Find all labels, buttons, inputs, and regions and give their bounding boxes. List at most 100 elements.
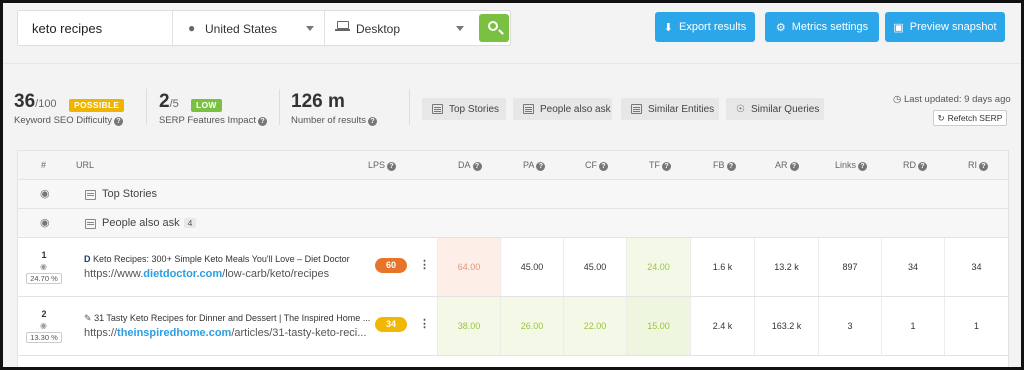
help-icon: ? [472, 162, 482, 171]
ctr-percent: 13.30 % [26, 332, 62, 343]
help-icon: ? [789, 162, 799, 171]
group-row-top-stories[interactable]: ◉ Top Stories [18, 180, 1008, 209]
cell-rd: 34 [881, 238, 944, 296]
search-button[interactable] [479, 14, 509, 42]
col-tf[interactable]: TF? [649, 160, 671, 171]
chevron-down-icon[interactable] [456, 26, 464, 31]
divider [172, 11, 173, 47]
count-badge: 4 [183, 218, 197, 228]
laptop-icon [335, 21, 350, 31]
impact-badge: LOW [191, 99, 222, 112]
export-results-button[interactable]: ⬇ Export results [655, 12, 755, 42]
cell-ar: 163.2 k [754, 297, 818, 355]
favicon-icon: D [84, 254, 91, 264]
help-icon[interactable]: ? [367, 117, 377, 126]
feature-chip-similar-entities[interactable]: Similar Entities [621, 98, 719, 120]
last-updated: ◷ Last updated: 9 days ago [893, 94, 1011, 105]
divider [3, 63, 1021, 64]
cell-tf: 24.00 [626, 238, 690, 296]
cell-pa: 45.00 [500, 238, 563, 296]
col-url[interactable]: URL [76, 160, 94, 170]
cell-fb: 2.4 k [690, 297, 754, 355]
help-icon: ? [858, 162, 868, 171]
help-icon: ? [387, 162, 397, 171]
group-row-people-also-ask[interactable]: ◉ People also ask 4 [18, 209, 1008, 238]
help-icon[interactable]: ? [257, 117, 267, 126]
col-rd[interactable]: RD? [903, 160, 927, 171]
serp-table: # URL LPS? DA? PA? CF? TF? FB? AR? Links… [17, 150, 1009, 367]
group-label: Top Stories [102, 188, 158, 200]
result-url[interactable]: https://theinspiredhome.com/articles/31-… [84, 327, 366, 339]
keyword-input[interactable]: keto recipes [32, 21, 102, 36]
col-ar[interactable]: AR? [775, 160, 799, 171]
col-num: # [41, 160, 47, 170]
entities-icon [631, 104, 642, 114]
location-pin-icon: ● [188, 21, 196, 35]
snapshot-label: Preview snapshot [909, 21, 997, 33]
col-fb[interactable]: FB? [713, 160, 736, 171]
export-label: Export results [678, 21, 747, 33]
camera-icon: ▣ [893, 21, 904, 34]
chevron-down-icon[interactable] [306, 26, 314, 31]
col-links[interactable]: Links? [835, 160, 868, 171]
device-select[interactable]: Desktop [356, 22, 400, 36]
preview-snapshot-button[interactable]: ▣ Preview snapshot [885, 12, 1005, 42]
help-icon[interactable]: ? [114, 117, 124, 126]
help-icon: ? [599, 162, 608, 171]
table-header: # URL LPS? DA? PA? CF? TF? FB? AR? Links… [18, 151, 1008, 180]
keyword-difficulty-label: Keyword SEO Difficulty? [14, 115, 124, 126]
col-ri[interactable]: RI? [968, 160, 988, 171]
cell-links: 897 [818, 238, 881, 296]
download-icon: ⬇ [663, 21, 673, 34]
search-icon [488, 21, 498, 31]
cell-da: 64.00 [437, 238, 500, 296]
cell-ri: 34 [944, 238, 1008, 296]
metrics-label: Metrics settings [791, 21, 869, 33]
refetch-serp-button[interactable]: ↻ Refetch SERP [933, 110, 1007, 126]
result-url[interactable]: https://www.dietdoctor.com/low-carb/keto… [84, 268, 329, 280]
cell-cf: 22.00 [563, 297, 626, 355]
help-icon: ? [726, 162, 736, 171]
ctr-percent: 24.70 % [26, 273, 62, 284]
eye-icon[interactable]: ◉ [40, 216, 50, 229]
col-lps[interactable]: LPS? [368, 160, 397, 171]
cell-ri: 1 [944, 297, 1008, 355]
feature-chip-people-also-ask[interactable]: People also ask [513, 98, 612, 120]
eye-icon[interactable]: ◉ [40, 262, 47, 271]
rank: 2 [41, 309, 47, 319]
difficulty-badge: POSSIBLE [69, 99, 125, 112]
question-box-icon [523, 104, 534, 114]
cell-pa: 26.00 [500, 297, 563, 355]
queries-icon: ☉ [736, 103, 745, 115]
result-title[interactable]: D Keto Recipes: 300+ Simple Keto Meals Y… [84, 254, 350, 264]
col-cf[interactable]: CF? [585, 160, 608, 171]
col-pa[interactable]: PA? [523, 160, 546, 171]
divider [279, 89, 280, 125]
metrics-settings-button[interactable]: ⚙ Metrics settings [765, 12, 879, 42]
feature-chip-top-stories[interactable]: Top Stories [422, 98, 506, 120]
eye-icon[interactable]: ◉ [40, 187, 50, 200]
eye-icon[interactable]: ◉ [40, 321, 47, 330]
help-icon: ? [536, 162, 546, 171]
cell-links: 3 [818, 297, 881, 355]
keyword-difficulty-value: 36/100 [14, 91, 57, 112]
app-frame: keto recipes ● United States Desktop ⬇ E… [0, 0, 1024, 370]
location-select[interactable]: United States [205, 22, 277, 36]
col-da[interactable]: DA? [458, 160, 482, 171]
table-row[interactable]: 1 ◉ 24.70 % D Keto Recipes: 300+ Simple … [18, 238, 1008, 297]
help-icon: ? [979, 162, 988, 171]
divider [409, 89, 410, 125]
result-title[interactable]: ✎ 31 Tasty Keto Recipes for Dinner and D… [84, 313, 370, 324]
lps-badge: 34 [375, 317, 407, 332]
divider [324, 11, 325, 47]
group-label: People also ask 4 [102, 217, 197, 229]
cell-tf: 15.00 [626, 297, 690, 355]
clock-icon: ◷ [893, 94, 902, 105]
table-row[interactable]: 2 ◉ 13.30 % ✎ 31 Tasty Keto Recipes for … [18, 297, 1008, 356]
cell-fb: 1.6 k [690, 238, 754, 296]
feature-chip-similar-queries[interactable]: ☉ Similar Queries [726, 98, 824, 120]
more-options-icon[interactable]: ⋮ [419, 258, 430, 271]
more-options-icon[interactable]: ⋮ [419, 317, 430, 330]
gear-icon: ⚙ [775, 21, 786, 34]
divider [146, 89, 147, 125]
